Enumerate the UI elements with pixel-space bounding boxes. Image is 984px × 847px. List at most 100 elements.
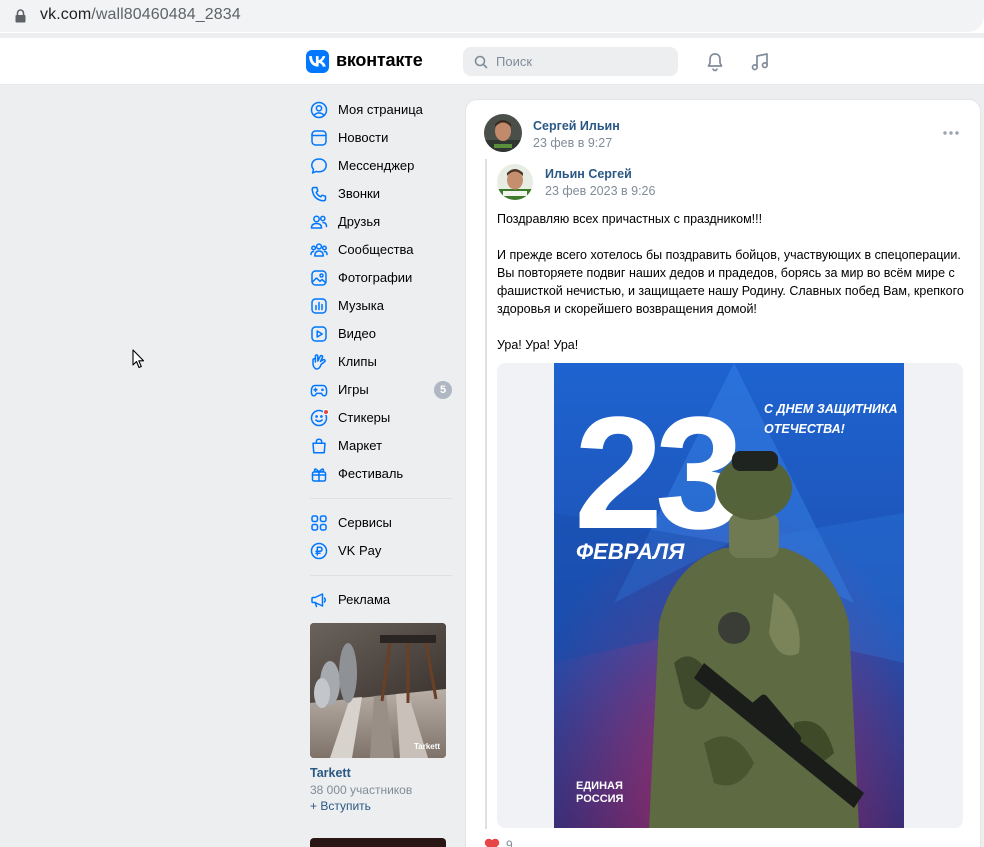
menu-item-label: Музыка [338, 298, 384, 313]
lock-icon [15, 9, 26, 23]
communities-icon [310, 243, 328, 257]
menu-item-label: Моя страница [338, 102, 423, 117]
promo-members: 38 000 участников [310, 783, 413, 797]
games-icon [310, 384, 328, 397]
newsfeed-icon [311, 130, 327, 146]
promo-image[interactable]: Tarkett [310, 623, 446, 758]
poster-party-2: РОССИЯ [576, 793, 624, 805]
menu-item-label: Сервисы [338, 515, 392, 530]
phone-icon [311, 186, 327, 202]
message-icon [311, 158, 327, 174]
post-text: Поздравляю всех причастных с праздником!… [497, 210, 967, 372]
post-photo[interactable]: 23 ФЕВРАЛЯ С ДНЕМ ЗАЩИТНИКА ОТЕЧЕСТВА! Е… [497, 363, 963, 828]
url-path: /wall80460484_2834 [91, 6, 241, 23]
vk-logo-icon[interactable] [306, 50, 329, 73]
menu-item-ads[interactable]: Реклама [304, 586, 456, 614]
menu-item-label: Звонки [338, 186, 380, 201]
promo-join-button[interactable]: + Вступить [310, 799, 446, 813]
menu-item-label: Стикеры [338, 410, 391, 425]
menu-item-vkpay[interactable]: VK Pay [304, 537, 456, 565]
promo-brand-label: Tarkett [414, 742, 440, 751]
menu-item-label: Реклама [338, 592, 391, 607]
post-paragraph: Ура! Ура! Ура! [497, 338, 579, 352]
poster-greeting-1: С ДНЕМ ЗАЩИТНИКА [764, 402, 898, 416]
poster-month: ФЕВРАЛЯ [576, 539, 685, 564]
post-paragraph: И прежде всего хотелось бы поздравить бо… [497, 248, 964, 316]
friends-icon [310, 215, 328, 229]
like-count[interactable]: 9 [506, 838, 513, 847]
menu-item-games[interactable]: Игры 5 [304, 376, 456, 404]
menu-item-label: Маркет [338, 438, 383, 453]
menu-item-video[interactable]: Видео [304, 320, 456, 348]
clips-icon [312, 354, 326, 370]
menu-item-music[interactable]: Музыка [304, 292, 456, 320]
menu-item-photo[interactable]: Фотографии [304, 264, 456, 292]
repost-author-avatar[interactable] [497, 164, 533, 200]
music-note-icon[interactable] [748, 50, 772, 74]
post-date[interactable]: 23 фев в 9:27 [533, 136, 612, 150]
new-dot-indicator [323, 409, 329, 415]
menu-item-phone[interactable]: Звонки [304, 180, 456, 208]
menu-divider [310, 498, 452, 499]
menu-item-label: Мессенджер [338, 158, 415, 173]
menu-item-clips[interactable]: Клипы [304, 348, 456, 376]
author-avatar[interactable] [484, 114, 522, 152]
search-icon [474, 55, 488, 69]
promo-title[interactable]: Tarkett [310, 766, 446, 780]
photo-icon [311, 270, 327, 286]
menu-item-label: Видео [338, 326, 376, 341]
menu-item-market[interactable]: Маркет [304, 432, 456, 460]
post-paragraph: Поздравляю всех причастных с праздником!… [497, 212, 763, 226]
menu-item-stickers[interactable]: Стикеры [304, 404, 456, 432]
menu-item-message[interactable]: Мессенджер [304, 152, 456, 180]
search-input[interactable] [496, 52, 666, 71]
url-text[interactable]: vk.com/wall80460484_2834 [40, 6, 241, 24]
browser-address-bar: vk.com/wall80460484_2834 [0, 0, 984, 33]
menu-item-label: Сообщества [338, 242, 414, 257]
vkpay-icon [310, 542, 328, 560]
ads-icon [311, 593, 326, 608]
festival-icon [311, 468, 327, 482]
poster-greeting-2: ОТЕЧЕСТВА! [764, 422, 845, 436]
menu-item-festival[interactable]: Фестиваль [304, 460, 456, 488]
search-box[interactable] [463, 47, 678, 76]
user-circle-icon [310, 101, 328, 119]
vk-header: вконтакте [0, 38, 984, 85]
poster-party-1: ЕДИНАЯ [576, 780, 623, 792]
url-field[interactable]: vk.com/wall80460484_2834 [0, 0, 984, 32]
poster-number: 23 [574, 383, 739, 562]
menu-divider [310, 575, 452, 576]
repost-date[interactable]: 23 фев 2023 в 9:26 [545, 184, 655, 198]
menu-item-label: VK Pay [338, 543, 382, 558]
notification-badge: 5 [434, 381, 452, 399]
heart-icon[interactable] [484, 838, 500, 847]
menu-item-communities[interactable]: Сообщества [304, 236, 456, 264]
more-options-icon[interactable] [943, 125, 959, 141]
menu-item-label: Игры [338, 382, 369, 397]
menu-item-user-circle[interactable]: Моя страница [304, 96, 456, 124]
video-icon [311, 326, 327, 342]
services-icon [311, 515, 327, 531]
repost-author[interactable]: Ильин Сергей [545, 167, 632, 181]
url-host: vk.com [40, 6, 92, 23]
menu-item-label: Фестиваль [338, 466, 404, 481]
repost-line [485, 159, 487, 829]
wall-post: Сергей Ильин 23 фев в 9:27 Ильин Сергей … [465, 99, 981, 847]
music-icon [311, 298, 327, 314]
poster-image[interactable]: 23 ФЕВРАЛЯ С ДНЕМ ЗАЩИТНИКА ОТЕЧЕСТВА! Е… [554, 363, 904, 828]
menu-item-friends[interactable]: Друзья [304, 208, 456, 236]
menu-item-services[interactable]: Сервисы [304, 509, 456, 537]
menu-item-label: Новости [338, 130, 389, 145]
market-icon [312, 438, 326, 454]
left-menu: Моя страница Новости Мессенджер Звонки Друзь… [304, 96, 456, 614]
community-promo[interactable]: Tarkett Tarkett 38 000 участников + Всту… [310, 623, 446, 813]
cursor-icon [132, 349, 145, 369]
menu-item-label: Фотографии [338, 270, 413, 285]
menu-item-label: Клипы [338, 354, 377, 369]
bell-icon[interactable] [703, 50, 727, 74]
menu-item-newsfeed[interactable]: Новости [304, 124, 456, 152]
post-author[interactable]: Сергей Ильин [533, 119, 620, 133]
menu-item-label: Друзья [338, 214, 381, 229]
promo-image-next[interactable] [310, 838, 446, 847]
vk-logo-text[interactable]: вконтакте [336, 50, 423, 71]
